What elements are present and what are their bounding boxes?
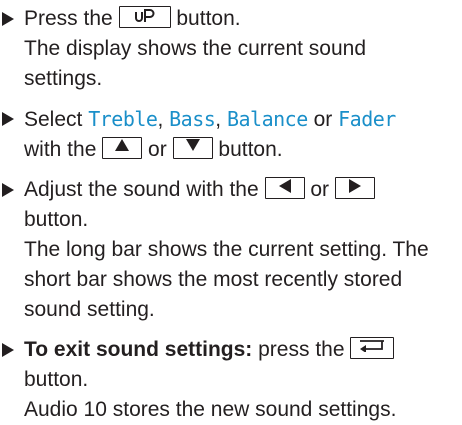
step-1-line-3: settings. (24, 67, 103, 90)
bullet-arrow-icon (2, 12, 14, 26)
step-4-line-2: button. (24, 368, 89, 391)
left-arrow-icon (264, 177, 305, 200)
option-fader: Fader (338, 107, 396, 131)
bullet-arrow-icon (2, 112, 14, 126)
option-treble: Treble (88, 107, 158, 131)
bullet-arrow-icon (2, 183, 14, 197)
exit-heading: To exit sound settings: (24, 338, 253, 361)
step-4-line-1: To exit sound settings: press the (24, 335, 462, 365)
bullet-arrow-icon (2, 343, 14, 357)
step-1: Press the button. The display shows the … (0, 4, 462, 94)
option-balance: Balance (226, 107, 308, 131)
step-1-line-2: The display shows the current sound (24, 37, 367, 60)
step-3-line-5: sound setting. (24, 298, 155, 321)
step-2-line-2: with the or button. (24, 137, 283, 161)
right-arrow-icon (334, 177, 375, 200)
step-2: Select Treble, Bass, Balance or Fader wi… (0, 104, 462, 165)
instructions: Press the button. The display shows the … (0, 0, 462, 421)
step-4-line-3: Audio 10 stores the new sound settings. (24, 398, 397, 421)
step-3-line-3: The long bar shows the current setting. … (24, 238, 429, 261)
option-bass: Bass (169, 107, 216, 131)
sound-settings-icon (118, 6, 171, 29)
step-1-line-1: Press the button. (24, 6, 241, 30)
step-3-line-2: button. (24, 208, 89, 231)
up-arrow-icon (102, 137, 143, 160)
step-3-line-4: short bar shows the most recently stored (24, 268, 403, 291)
step-4: To exit sound settings: press the button… (0, 335, 462, 425)
step-3-line-1: Adjust the sound with the or (24, 175, 462, 205)
down-arrow-icon (172, 137, 213, 160)
step-3: Adjust the sound with the or button. The… (0, 175, 462, 325)
back-icon (350, 337, 395, 360)
step-2-line-1: Select Treble, Bass, Balance or Fader (24, 107, 396, 131)
